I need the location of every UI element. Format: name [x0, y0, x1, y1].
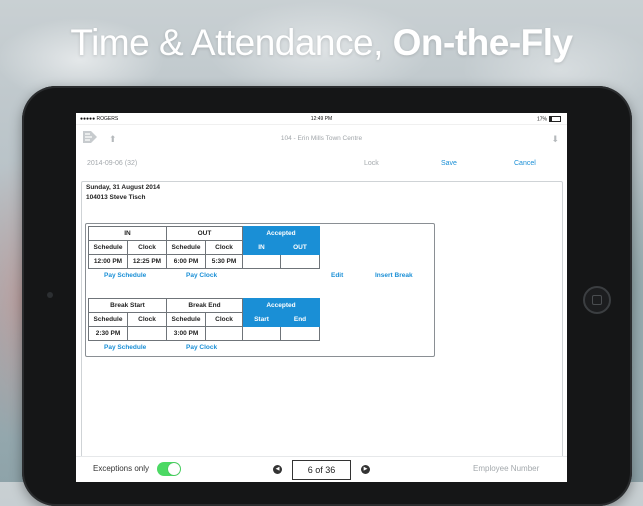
- record-date: Sunday, 31 August 2014: [86, 184, 161, 191]
- exceptions-toggle[interactable]: [157, 462, 181, 476]
- break-accepted-start-cell[interactable]: [242, 326, 281, 341]
- in-schedule-value: 12:00 PM: [88, 254, 128, 269]
- headline: Time & Attendance, On-the-Fly: [0, 22, 643, 64]
- out-schedule-value: 6:00 PM: [166, 254, 206, 269]
- break-end-schedule-value: 3:00 PM: [166, 326, 206, 341]
- lock-button[interactable]: Lock: [364, 160, 379, 167]
- status-time: 12:49 PM: [310, 116, 333, 122]
- save-button[interactable]: Save: [441, 160, 457, 167]
- status-bar: ●●●●● ROGERS 12:49 PM 17%: [76, 113, 567, 125]
- break-start-schedule-header: Schedule: [88, 312, 128, 327]
- battery-icon: [549, 116, 561, 122]
- cancel-button[interactable]: Cancel: [514, 160, 536, 167]
- in-clock-value: 12:25 PM: [127, 254, 167, 269]
- out-header: OUT: [166, 226, 243, 241]
- break-end-header: Break End: [166, 298, 243, 313]
- edit-link[interactable]: Edit: [331, 272, 343, 279]
- punch-panel: IN OUT Accepted Schedule Clock Schedule …: [85, 223, 435, 357]
- headline-regular: Time & Attendance,: [70, 22, 393, 63]
- battery-percent: 17%: [536, 116, 547, 123]
- out-clock-header: Clock: [205, 240, 243, 255]
- previous-icon[interactable]: ◀: [273, 465, 282, 474]
- action-bar: 2014-09-06 (32) Lock Save Cancel: [76, 155, 567, 175]
- accepted-out-header: OUT: [280, 240, 320, 255]
- in-clock-header: Clock: [127, 240, 167, 255]
- break-accepted-end-cell[interactable]: [280, 326, 320, 341]
- break-end-clock-value: [205, 326, 243, 341]
- exceptions-label: Exceptions only: [93, 464, 150, 473]
- out-clock-value: 5:30 PM: [205, 254, 243, 269]
- break-start-clock-value: [127, 326, 167, 341]
- home-button[interactable]: [583, 286, 611, 314]
- pay-clock-link[interactable]: Pay Clock: [186, 272, 217, 279]
- in-schedule-header: Schedule: [88, 240, 128, 255]
- battery: 17%: [537, 116, 561, 122]
- accepted-in-cell[interactable]: [242, 254, 281, 269]
- attendance-card: Sunday, 31 August 2014 104013 Steve Tisc…: [81, 181, 563, 471]
- store-title: 104 - Erin Mills Town Centre: [280, 135, 363, 142]
- in-header: IN: [88, 226, 167, 241]
- pager-display: 6 of 36: [292, 460, 351, 480]
- shift-table: IN OUT Accepted Schedule Clock Schedule …: [88, 226, 320, 269]
- camera: [47, 292, 53, 298]
- toggle-knob: [168, 463, 180, 475]
- break-pay-schedule-link[interactable]: Pay Schedule: [104, 344, 146, 351]
- app-screen: ●●●●● ROGERS 12:49 PM 17% ⬆ 104 - Erin M…: [76, 113, 567, 482]
- break-pay-clock-link[interactable]: Pay Clock: [186, 344, 217, 351]
- out-schedule-header: Schedule: [166, 240, 206, 255]
- break-end-schedule-header: Schedule: [166, 312, 206, 327]
- period-date: 2014-09-06 (32): [87, 160, 138, 167]
- break-start-clock-header: Clock: [127, 312, 167, 327]
- pay-schedule-link[interactable]: Pay Schedule: [104, 272, 146, 279]
- break-start-schedule-value: 2:30 PM: [88, 326, 128, 341]
- break-start-header: Break Start: [88, 298, 167, 313]
- break-end-clock-header: Clock: [205, 312, 243, 327]
- break-table: Break Start Break End Accepted Schedule …: [88, 298, 320, 341]
- accepted-header: Accepted: [242, 226, 320, 241]
- nav-bar: ⬆ 104 - Erin Mills Town Centre ⬇: [76, 125, 567, 155]
- accepted-out-cell[interactable]: [280, 254, 320, 269]
- break-accepted-end-header: End: [280, 312, 320, 327]
- break-accepted-header: Accepted: [242, 298, 320, 313]
- footer-bar: Exceptions only ◀ 6 of 36 ▶ Employee Num…: [76, 456, 567, 482]
- employee-number-field[interactable]: Employee Number: [473, 464, 539, 473]
- next-icon[interactable]: ▶: [361, 465, 370, 474]
- break-accepted-start-header: Start: [242, 312, 281, 327]
- record-employee: 104013 Steve Tisch: [86, 194, 146, 201]
- accepted-in-header: IN: [242, 240, 281, 255]
- insert-break-link[interactable]: Insert Break: [375, 272, 413, 279]
- arrow-down-icon[interactable]: ⬇: [551, 134, 559, 145]
- headline-bold: On-the-Fly: [392, 22, 573, 63]
